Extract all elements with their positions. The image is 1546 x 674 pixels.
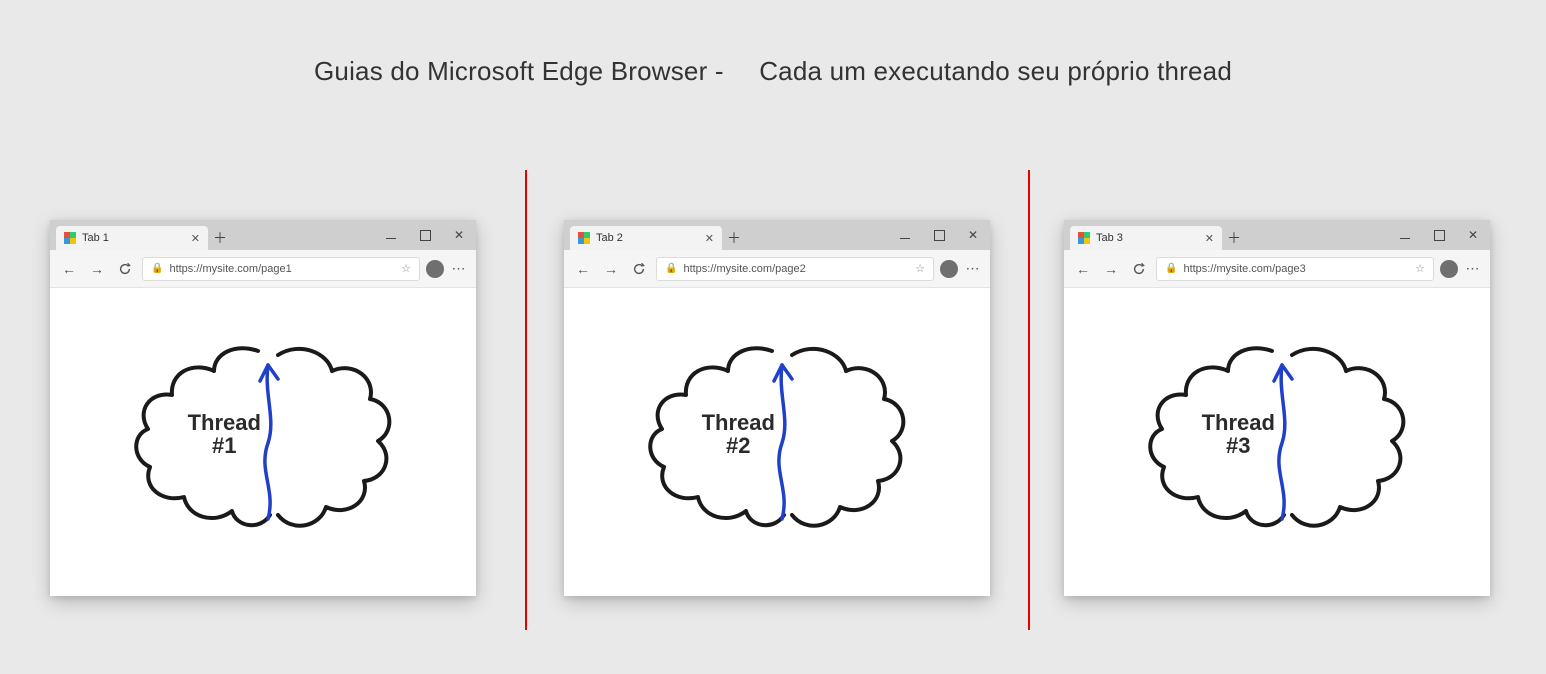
tab-title: Tab 2 [596, 232, 699, 244]
profile-avatar[interactable] [1440, 260, 1458, 278]
favorite-star-icon[interactable]: ☆ [915, 262, 925, 275]
url-text: https://mysite.com/page1 [169, 263, 395, 275]
windows-logo-icon [64, 232, 76, 244]
thread-label: Thread #3 [1202, 411, 1275, 457]
maximize-button[interactable] [408, 220, 442, 250]
maximize-button[interactable] [1422, 220, 1456, 250]
url-text: https://mysite.com/page3 [1183, 263, 1409, 275]
browser-tab[interactable]: Tab 1 ✕ [56, 226, 208, 250]
new-tab-button[interactable]: ＋ [208, 226, 232, 250]
page-viewport: Thread #3 [1064, 288, 1490, 596]
tab-strip: Tab 2 ✕ ＋ [564, 220, 888, 250]
close-window-button[interactable] [1456, 220, 1490, 250]
tab-strip: Tab 3 ✕ ＋ [1064, 220, 1388, 250]
thread-cloud-illustration: Thread #3 [1132, 331, 1422, 541]
page-viewport: Thread #1 [50, 288, 476, 596]
thread-label: Thread #1 [188, 411, 261, 457]
heading-part-a: Guias do Microsoft Edge Browser - [314, 56, 724, 86]
address-bar[interactable]: 🔒 https://mysite.com/page3 ☆ [1156, 257, 1434, 281]
back-button[interactable]: ← [1072, 258, 1094, 280]
window-controls [888, 220, 990, 250]
vertical-divider [525, 170, 527, 630]
thread-label-line2: #2 [702, 434, 775, 457]
close-window-button[interactable] [442, 220, 476, 250]
close-tab-icon[interactable]: ✕ [705, 232, 714, 245]
lock-icon: 🔒 [665, 263, 677, 274]
close-tab-icon[interactable]: ✕ [191, 232, 200, 245]
thread-label-line1: Thread [188, 411, 261, 434]
url-text: https://mysite.com/page2 [683, 263, 909, 275]
minimize-button[interactable] [888, 220, 922, 250]
thread-label-line2: #1 [188, 434, 261, 457]
refresh-button[interactable] [628, 258, 650, 280]
address-bar[interactable]: 🔒 https://mysite.com/page2 ☆ [656, 257, 934, 281]
thread-cloud-illustration: Thread #1 [118, 331, 408, 541]
forward-button[interactable]: → [86, 258, 108, 280]
windows-logo-icon [578, 232, 590, 244]
lock-icon: 🔒 [1165, 263, 1177, 274]
new-tab-button[interactable]: ＋ [1222, 226, 1246, 250]
lock-icon: 🔒 [151, 263, 163, 274]
browser-toolbar: ← → 🔒 https://mysite.com/page3 ☆ ⋯ [1064, 250, 1490, 288]
window-titlebar: Tab 1 ✕ ＋ [50, 220, 476, 250]
vertical-divider [1028, 170, 1030, 630]
window-titlebar: Tab 3 ✕ ＋ [1064, 220, 1490, 250]
browser-window: Tab 2 ✕ ＋ ← → 🔒 https://mysite.com/page2… [564, 220, 990, 596]
back-button[interactable]: ← [58, 258, 80, 280]
back-button[interactable]: ← [572, 258, 594, 280]
more-menu-button[interactable]: ⋯ [1464, 260, 1482, 277]
tab-title: Tab 3 [1096, 232, 1199, 244]
browser-toolbar: ← → 🔒 https://mysite.com/page2 ☆ ⋯ [564, 250, 990, 288]
windows-logo-icon [1078, 232, 1090, 244]
more-menu-button[interactable]: ⋯ [964, 260, 982, 277]
maximize-button[interactable] [922, 220, 956, 250]
minimize-button[interactable] [1388, 220, 1422, 250]
new-tab-button[interactable]: ＋ [722, 226, 746, 250]
window-controls [374, 220, 476, 250]
thread-cloud-illustration: Thread #2 [632, 331, 922, 541]
browser-window: Tab 1 ✕ ＋ ← → 🔒 https://mysite.com/page1… [50, 220, 476, 596]
tab-title: Tab 1 [82, 232, 185, 244]
close-tab-icon[interactable]: ✕ [1205, 232, 1214, 245]
browser-tab[interactable]: Tab 2 ✕ [570, 226, 722, 250]
address-bar[interactable]: 🔒 https://mysite.com/page1 ☆ [142, 257, 420, 281]
thread-label: Thread #2 [702, 411, 775, 457]
close-window-button[interactable] [956, 220, 990, 250]
diagram-heading: Guias do Microsoft Edge Browser - Cada u… [0, 56, 1546, 87]
tab-strip: Tab 1 ✕ ＋ [50, 220, 374, 250]
thread-label-line1: Thread [1202, 411, 1275, 434]
browser-toolbar: ← → 🔒 https://mysite.com/page1 ☆ ⋯ [50, 250, 476, 288]
minimize-button[interactable] [374, 220, 408, 250]
refresh-button[interactable] [1128, 258, 1150, 280]
browser-tab[interactable]: Tab 3 ✕ [1070, 226, 1222, 250]
heading-part-b: Cada um executando seu próprio thread [759, 56, 1232, 86]
profile-avatar[interactable] [426, 260, 444, 278]
more-menu-button[interactable]: ⋯ [450, 260, 468, 277]
profile-avatar[interactable] [940, 260, 958, 278]
browser-window: Tab 3 ✕ ＋ ← → 🔒 https://mysite.com/page3… [1064, 220, 1490, 596]
window-titlebar: Tab 2 ✕ ＋ [564, 220, 990, 250]
refresh-button[interactable] [114, 258, 136, 280]
forward-button[interactable]: → [1100, 258, 1122, 280]
window-controls [1388, 220, 1490, 250]
thread-label-line2: #3 [1202, 434, 1275, 457]
thread-label-line1: Thread [702, 411, 775, 434]
forward-button[interactable]: → [600, 258, 622, 280]
page-viewport: Thread #2 [564, 288, 990, 596]
favorite-star-icon[interactable]: ☆ [1415, 262, 1425, 275]
favorite-star-icon[interactable]: ☆ [401, 262, 411, 275]
